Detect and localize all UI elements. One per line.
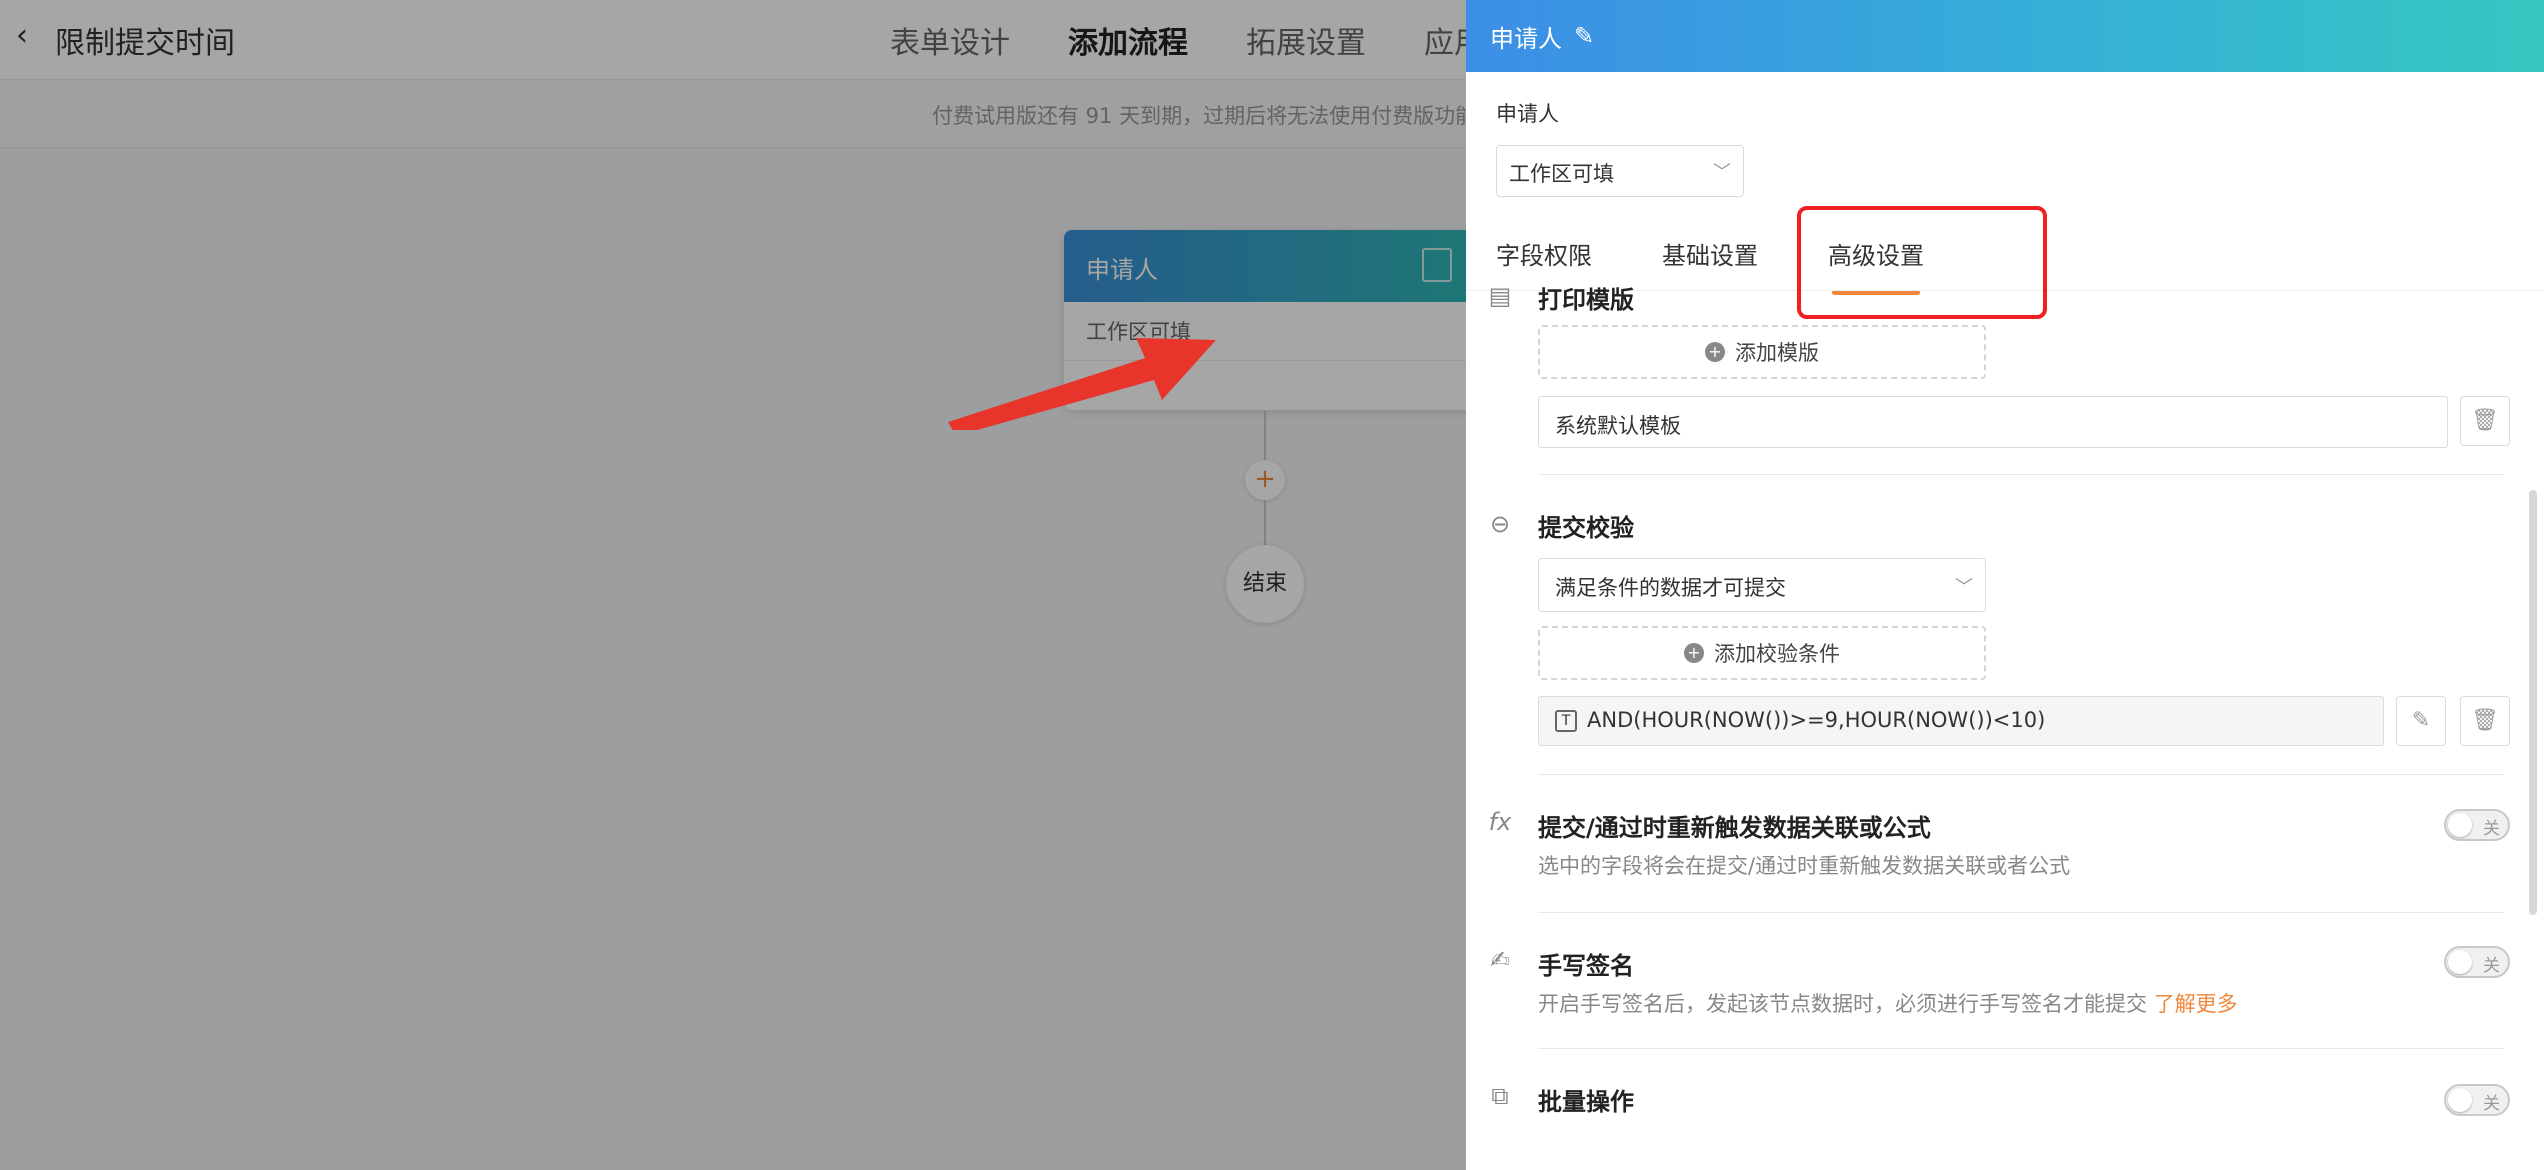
annotation-arrow (948, 338, 1216, 430)
applicant-label: 申请人 (1496, 102, 1559, 126)
default-template-field[interactable]: 系统默认模板 (1538, 396, 2448, 448)
add-condition-button[interactable]: + 添加校验条件 (1538, 626, 1986, 680)
toggle-label: 关 (2483, 819, 2500, 839)
drawer-header: 申请人 ✎ (1466, 0, 2544, 72)
signature-desc: 开启手写签名后，发起该节点数据时，必须进行手写签名才能提交 了解更多 (1538, 988, 2238, 1018)
print-template-title: 打印模版 (1538, 286, 1634, 314)
trash-icon: 🗑 (2471, 708, 2499, 733)
section-divider (1538, 474, 2504, 475)
function-icon: fx (1488, 808, 1512, 836)
highlight-box (1797, 206, 2047, 319)
edit-formula-button[interactable]: ✎ (2396, 696, 2446, 746)
drawer-scrollbar[interactable] (2529, 490, 2537, 915)
signature-toggle[interactable]: 关 (2444, 946, 2510, 978)
add-condition-label: 添加校验条件 (1714, 642, 1840, 666)
section-divider (1538, 774, 2504, 775)
node-settings-drawer: 申请人 ✎ 申请人 工作区可填 ﹀ 字段权限 基础设置 高级设置 ▤ 打印模版 … (1466, 0, 2544, 1170)
formula-icon: T (1555, 710, 1577, 732)
toggle-knob (2448, 1088, 2472, 1112)
retrigger-title: 提交/通过时重新触发数据关联或公式 (1538, 814, 1931, 842)
delete-formula-button[interactable]: 🗑 (2460, 696, 2510, 746)
validation-mode-value: 满足条件的数据才可提交 (1555, 576, 1786, 600)
retrigger-desc: 选中的字段将会在提交/通过时重新触发数据关联或者公式 (1538, 854, 2071, 878)
chevron-down-icon: ﹀ (1955, 577, 1973, 598)
printer-icon: ▤ (1488, 282, 1512, 310)
bottom-fade (1466, 1110, 2544, 1170)
delete-template-button[interactable]: 🗑 (2460, 396, 2510, 446)
drawer-title: 申请人 (1490, 24, 1562, 53)
validation-mode-select[interactable]: 满足条件的数据才可提交 ﹀ (1538, 558, 1986, 612)
toggle-knob (2448, 813, 2472, 837)
section-divider (1538, 1048, 2504, 1049)
add-template-label: 添加模版 (1735, 341, 1819, 365)
section-divider (1538, 912, 2504, 913)
signature-title: 手写签名 (1538, 952, 1634, 980)
add-template-button[interactable]: + 添加模版 (1538, 325, 1986, 379)
validation-icon: ⊖ (1489, 510, 1511, 538)
signature-icon: ✍ (1489, 946, 1511, 974)
formula-text: AND(HOUR(NOW())>=9,HOUR(NOW())<10) (1587, 708, 2046, 732)
modal-overlay[interactable] (0, 0, 1466, 1170)
retrigger-toggle[interactable]: 关 (2444, 809, 2510, 841)
toggle-knob (2448, 950, 2472, 974)
trash-icon: 🗑 (2471, 408, 2499, 433)
submit-validation-title: 提交校验 (1538, 514, 1634, 542)
plus-circle-icon: + (1705, 342, 1725, 362)
validation-formula: T AND(HOUR(NOW())>=9,HOUR(NOW())<10) (1538, 696, 2384, 746)
tab-field-permissions[interactable]: 字段权限 (1496, 236, 1592, 271)
edit-icon[interactable]: ✎ (1574, 22, 1594, 50)
signature-desc-text: 开启手写签名后，发起该节点数据时，必须进行手写签名才能提交 (1538, 992, 2147, 1016)
plus-circle-icon: + (1684, 643, 1704, 663)
applicant-select[interactable]: 工作区可填 ﹀ (1496, 145, 1744, 197)
toggle-label: 关 (2483, 956, 2500, 976)
tab-basic-settings[interactable]: 基础设置 (1662, 236, 1758, 271)
copy-icon: ⧉ (1491, 1082, 1509, 1110)
chevron-down-icon: ﹀ (1713, 162, 1731, 183)
applicant-select-value: 工作区可填 (1509, 162, 1614, 186)
learn-more-link[interactable]: 了解更多 (2154, 992, 2238, 1016)
pencil-icon: ✎ (2411, 708, 2431, 733)
